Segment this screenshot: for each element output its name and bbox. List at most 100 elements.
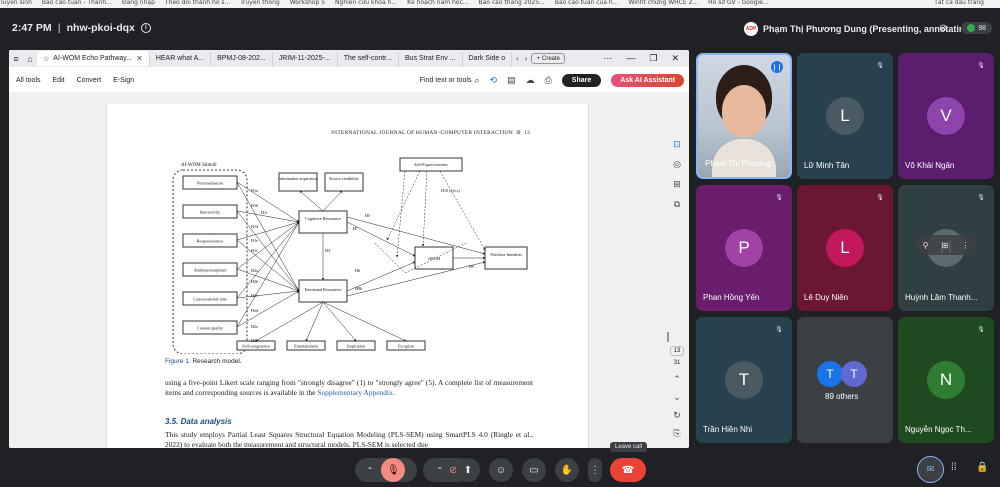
- present-button[interactable]: ⬆: [456, 458, 480, 482]
- chat-ai-icon[interactable]: ◎: [673, 154, 681, 174]
- cognitive-resonance-label: Cognitive Resonance: [305, 216, 341, 221]
- captions-button[interactable]: ▭: [522, 458, 546, 482]
- find-tool[interactable]: Find text or tools ⌕: [420, 75, 480, 86]
- refresh-icon[interactable]: ↻: [673, 406, 681, 424]
- bookmark-item[interactable]: Báo cáo tháng 2025...: [479, 0, 545, 6]
- browser-tab[interactable]: The self-contr...: [338, 51, 399, 66]
- minimize-icon[interactable]: —: [626, 53, 635, 64]
- info-icon[interactable]: i: [140, 23, 151, 33]
- menu-convert[interactable]: Convert: [77, 77, 102, 84]
- activities-icon[interactable]: ⁞⁞: [951, 462, 957, 473]
- mic-off-icon[interactable]: 🎙: [381, 458, 406, 482]
- stimuli-group-label: AI-WOM Stimuli: [181, 163, 217, 168]
- raise-hand-button[interactable]: ✋: [555, 458, 579, 482]
- browser-tab[interactable]: HEAR what A...: [150, 51, 212, 66]
- participant-avatar: L: [826, 97, 864, 135]
- bookmark-item[interactable]: Theo dõi thành hồ s...: [165, 0, 230, 6]
- scrollbar[interactable]: [667, 332, 669, 342]
- page-number: 13: [524, 130, 530, 136]
- tile-hover-controls[interactable]: ⚲ ⊞ ⋮: [916, 235, 976, 255]
- participant-avatar: T: [725, 361, 763, 399]
- bookmark-item[interactable]: Báo cáo tuần của h...: [555, 0, 619, 6]
- others-avatar: T: [817, 361, 843, 387]
- browser-tab[interactable]: Bus Strat Env ...: [399, 51, 463, 66]
- others-avatar: T: [841, 361, 867, 387]
- chevron-up-icon[interactable]: ⌃: [436, 466, 443, 475]
- bookmark-icon[interactable]: ⊞: [673, 174, 681, 194]
- all-bookmarks[interactable]: Tất cả dấu trang: [934, 0, 984, 6]
- browser-tab[interactable]: ☆ AI-WOM Echo Pathway... ✕: [37, 51, 150, 66]
- document-icon[interactable]: ⎘: [673, 424, 680, 442]
- sync-icon[interactable]: ⟲: [490, 75, 498, 86]
- share-button[interactable]: Share: [561, 73, 602, 87]
- tab-scroll-left-icon[interactable]: ‹: [516, 54, 519, 63]
- participant-tile[interactable]: L 🎙 Lê Duy Niên: [797, 185, 893, 311]
- participant-tile[interactable]: P 🎙 Phan Hồng Yến: [696, 185, 792, 311]
- mic-control[interactable]: ⌃ 🎙: [355, 458, 417, 482]
- participants-button[interactable]: 98: [961, 22, 992, 34]
- page-number-input[interactable]: 13: [669, 346, 685, 356]
- more-options-button[interactable]: ⋮: [588, 458, 602, 482]
- zoom-in-icon[interactable]: ⊕: [673, 442, 681, 449]
- close-tab-icon[interactable]: ✕: [136, 54, 143, 63]
- info-acquisition-label: Information acquisition: [278, 176, 318, 181]
- more-vert-icon[interactable]: ⋮: [961, 241, 969, 250]
- tab-scroll-right-icon[interactable]: ›: [525, 54, 528, 63]
- bookmark-item[interactable]: Báo cáo tuần - Thanh...: [42, 0, 112, 6]
- pages-icon[interactable]: ⧉: [674, 194, 680, 214]
- participant-tile[interactable]: T T 89 others: [797, 317, 893, 443]
- pdf-toolbar-right: Find text or tools ⌕ ⟲ ▤ ☁ ⎙ Share Ask AI…: [420, 73, 689, 87]
- path-arrow: [322, 190, 343, 212]
- participant-tile[interactable]: V 🎙 Võ Khải Ngân: [898, 53, 994, 179]
- participant-tile[interactable]: ❙❙ Phạm Thị Phương...: [696, 53, 792, 179]
- browser-tab[interactable]: BPMJ-08-202...: [211, 51, 273, 66]
- bookmark-item[interactable]: Đăng nhập: [122, 0, 155, 6]
- bookmark-item[interactable]: Tuyển sinh: [0, 0, 32, 6]
- menu-all-tools[interactable]: All tools: [16, 77, 41, 84]
- host-controls-icon[interactable]: 🔒: [976, 462, 988, 473]
- menu-edit[interactable]: Edit: [53, 77, 65, 84]
- maximize-icon[interactable]: ❐: [649, 53, 657, 64]
- comment-icon[interactable]: ⊡: [673, 134, 681, 154]
- pin-icon[interactable]: ⚲: [923, 241, 929, 250]
- participant-tile[interactable]: T 🎙 Trần Hiền Nhi: [696, 317, 792, 443]
- ai-assistant-button[interactable]: Ask AI Assistant: [611, 73, 684, 87]
- upload-icon[interactable]: ☁: [526, 75, 535, 86]
- path-arrow: [236, 221, 300, 270]
- participant-tile[interactable]: H🎙⚲⊞⋮Huỳnh Lâm Thanh...: [898, 185, 994, 311]
- camera-off-icon[interactable]: ⊘: [935, 20, 951, 36]
- bookmark-item[interactable]: Hồ sơ GV - Google...: [708, 0, 768, 6]
- home-icon[interactable]: ⌂: [23, 54, 37, 64]
- participant-tile[interactable]: N 🎙 Nguyễn Ngọc Th...: [898, 317, 994, 443]
- chevron-up-icon[interactable]: ⌃: [367, 466, 374, 475]
- shared-screen: ≡ ⌂ ☆ AI-WOM Echo Pathway... ✕ HEAR what A.…: [9, 50, 689, 448]
- chevron-down-icon[interactable]: ⌄: [673, 388, 681, 406]
- browser-tab[interactable]: JRIM-11-2025-...: [273, 51, 338, 66]
- menu-esign[interactable]: E-Sign: [113, 77, 134, 84]
- meeting-code[interactable]: nhw-pkoi-dqx: [67, 22, 135, 34]
- appendix-link[interactable]: Supplementary Appendix.: [317, 388, 394, 397]
- emoji-button[interactable]: ☺: [489, 458, 513, 482]
- new-tab-button[interactable]: + Create: [531, 53, 565, 64]
- save-icon[interactable]: ▤: [507, 75, 516, 86]
- bookmark-item[interactable]: Winht chứng WHCE 2...: [628, 0, 698, 6]
- more-icon[interactable]: ⋯: [603, 53, 612, 64]
- star-icon[interactable]: ☆: [43, 55, 49, 63]
- leave-call-button[interactable]: ☎: [610, 458, 646, 482]
- chat-button[interactable]: ✉: [917, 456, 944, 483]
- h5-label: H5: [365, 213, 370, 218]
- phone-hangup-icon: ☎: [621, 464, 635, 476]
- tab-label: Bus Strat Env ...: [404, 55, 456, 62]
- bookmark-item[interactable]: Truyền thông: [240, 0, 279, 6]
- bookmark-item[interactable]: Workshop 5: [290, 0, 325, 6]
- menu-icon[interactable]: ≡: [9, 54, 23, 64]
- search-icon: ⌕: [474, 74, 480, 85]
- print-icon[interactable]: ⎙: [545, 75, 552, 86]
- bookmark-item[interactable]: Kế hoạch năm học...: [407, 0, 468, 6]
- close-window-icon[interactable]: ✕: [671, 53, 679, 64]
- browser-tab[interactable]: Dark Side o: [463, 51, 513, 66]
- fit-icon[interactable]: ⊞: [942, 241, 949, 250]
- participant-tile[interactable]: L 🎙 Lữ Minh Tân: [797, 53, 893, 179]
- chevron-up-icon[interactable]: ⌃: [673, 370, 681, 388]
- bookmark-item[interactable]: Nghiên cứu khoa h...: [335, 0, 397, 6]
